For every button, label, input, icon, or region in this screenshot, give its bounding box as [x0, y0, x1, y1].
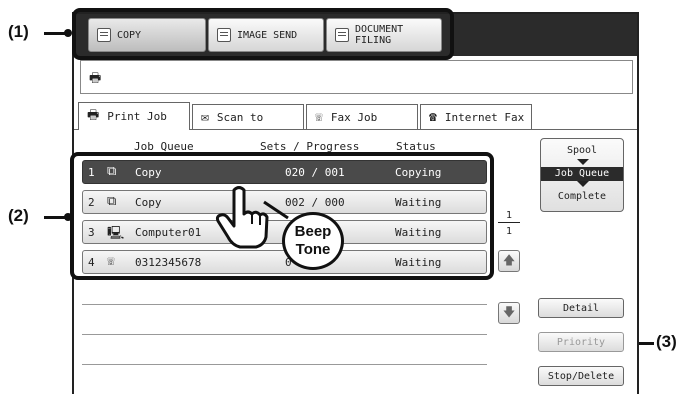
beep-tone-bubble: Beep Tone [282, 212, 344, 270]
fax-icon: ☏ [315, 110, 323, 125]
tab-fax-job[interactable]: ☏ Fax Job [306, 104, 418, 130]
tab-print-job-label: Print Job [107, 110, 167, 123]
page-current: 1 [506, 210, 513, 221]
tab-print-job[interactable]: 🖶 Print Job [78, 102, 190, 130]
tab-internet-fax-label: Internet Fax [444, 111, 525, 124]
tone-label: Tone [295, 241, 331, 258]
printer-icon: 🖶 [87, 107, 100, 123]
scroll-down-button[interactable]: 🡇 [498, 302, 520, 324]
detail-button[interactable]: Detail [538, 298, 624, 318]
job-list-selector[interactable]: Spool Job Queue Complete [540, 138, 624, 212]
tab-scan-to-label: Scan to [216, 111, 264, 124]
empty-row-divider [82, 304, 487, 305]
triangle-down-icon [577, 159, 589, 165]
tab-scan-to[interactable]: ✉ Scan to [192, 104, 304, 130]
priority-button[interactable]: Priority [538, 332, 624, 352]
printer-icon: 🖶 [89, 71, 102, 86]
complete-option[interactable]: Complete [541, 191, 623, 202]
scroll-up-button[interactable]: 🡅 [498, 250, 520, 272]
mode-highlight-box [72, 8, 454, 60]
empty-row-divider [82, 334, 487, 335]
tab-fax-job-label: Fax Job [330, 111, 378, 124]
internet-fax-icon: ☎ [429, 110, 437, 125]
tab-internet-fax[interactable]: ☎ Internet Fax [420, 104, 532, 130]
callout-3: (3) [656, 332, 677, 351]
callout-2-line [44, 216, 66, 219]
message-bar: 🖶 [80, 60, 633, 94]
beep-label: Beep [294, 223, 332, 240]
job-queue-option[interactable]: Job Queue [541, 167, 623, 181]
scan-icon: ✉ [201, 110, 209, 125]
callout-1-line [44, 32, 66, 35]
stop-delete-button[interactable]: Stop/Delete [538, 366, 624, 386]
callout-1-dot [64, 29, 72, 37]
empty-row-divider [82, 364, 487, 365]
callout-2: (2) [8, 206, 29, 225]
page-separator [498, 222, 520, 223]
page-total: 1 [506, 226, 513, 237]
callout-1: (1) [8, 22, 29, 41]
arrow-down-icon: 🡇 [502, 304, 516, 319]
triangle-down-icon [577, 181, 589, 187]
spool-option[interactable]: Spool [541, 145, 623, 156]
arrow-up-icon: 🡅 [502, 252, 516, 267]
